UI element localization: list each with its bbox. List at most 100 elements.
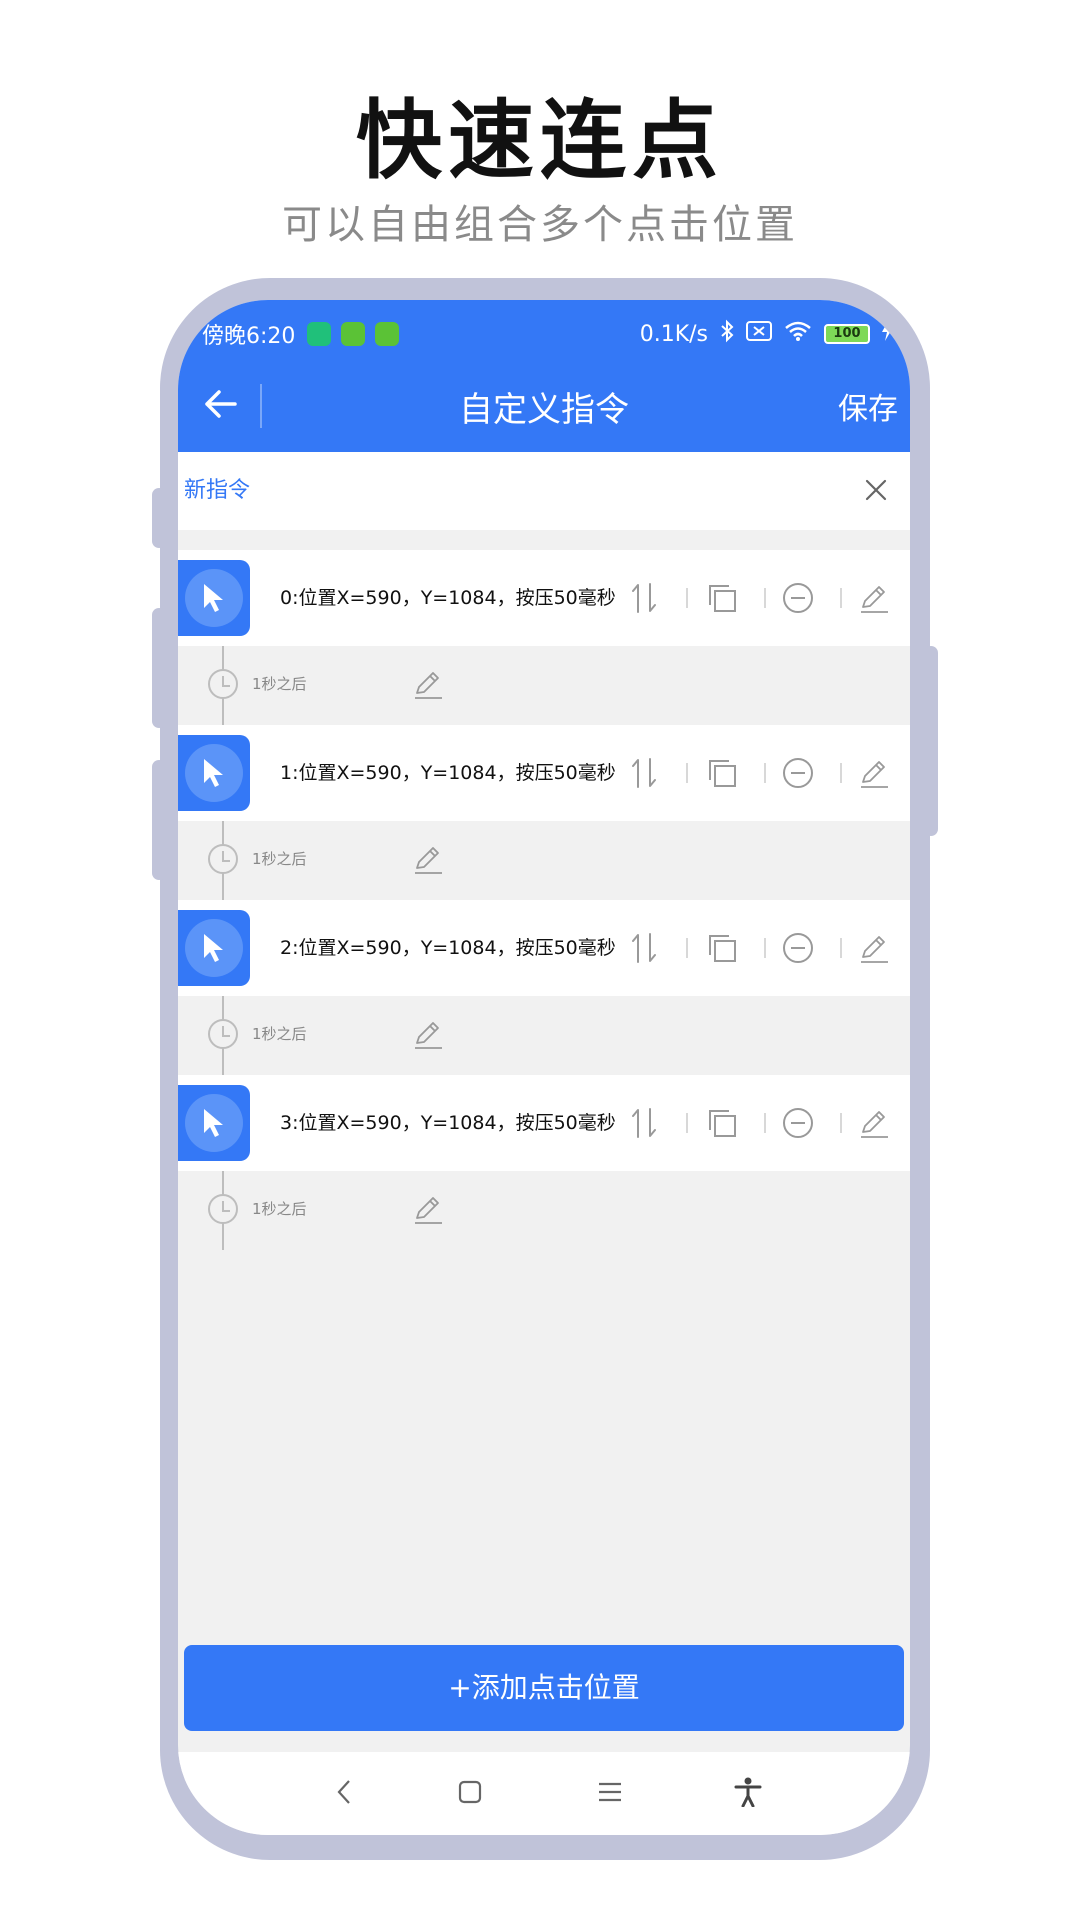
action-separator xyxy=(686,763,688,783)
command-text: 3:位置X=590，Y=1084，按压50毫秒 xyxy=(280,1112,616,1134)
reorder-button[interactable] xyxy=(624,578,664,618)
action-separator xyxy=(686,588,688,608)
clear-name-button[interactable] xyxy=(856,470,896,510)
cursor-icon xyxy=(204,759,223,787)
pencil-icon xyxy=(861,1111,888,1138)
reorder-button[interactable] xyxy=(624,753,664,793)
delay-edit-button[interactable] xyxy=(410,841,446,877)
pencil-icon xyxy=(415,1197,442,1224)
delay-row: 1秒之后 xyxy=(178,996,910,1075)
action-separator xyxy=(840,1113,842,1133)
copy-button[interactable] xyxy=(702,578,742,618)
nav-back-button[interactable] xyxy=(324,1772,364,1812)
app-header: 傍晚6:20 0.1K/s 100 自定义指令 保存 xyxy=(178,300,910,452)
action-separator xyxy=(686,1113,688,1133)
delay-edit-button[interactable] xyxy=(410,1191,446,1227)
reorder-button[interactable] xyxy=(624,1103,664,1143)
cursor-icon-box xyxy=(178,1085,250,1161)
wifi-icon xyxy=(784,320,812,348)
reorder-button[interactable] xyxy=(624,928,664,968)
command-list: 0:位置X=590，Y=1084，按压50毫秒 1秒之后 1:位置X=590，Y… xyxy=(178,550,910,1250)
battery-icon: 100 xyxy=(824,324,870,344)
charging-icon xyxy=(882,321,892,347)
promo-title: 快速连点 xyxy=(356,91,724,191)
command-name-input[interactable]: 新指令 xyxy=(184,472,250,504)
pencil-icon xyxy=(415,1022,442,1049)
edit-button[interactable] xyxy=(854,753,894,793)
remove-button[interactable] xyxy=(778,1103,818,1143)
delay-edit-button[interactable] xyxy=(410,666,446,702)
phone-side-button xyxy=(924,646,938,836)
sort-icon xyxy=(632,583,656,613)
clock-icon xyxy=(208,1019,238,1049)
cursor-icon xyxy=(204,1109,223,1137)
command-row[interactable]: 1:位置X=590，Y=1084，按压50毫秒 xyxy=(178,725,910,821)
delay-text: 1秒之后 xyxy=(252,675,307,693)
copy-icon xyxy=(709,935,736,962)
nav-home-button[interactable] xyxy=(450,1772,490,1812)
delay-text: 1秒之后 xyxy=(252,1025,307,1043)
action-separator xyxy=(764,763,766,783)
minus-circle-icon xyxy=(783,583,813,613)
edit-button[interactable] xyxy=(854,578,894,618)
pencil-icon xyxy=(415,847,442,874)
delay-row: 1秒之后 xyxy=(178,646,910,725)
command-row[interactable]: 3:位置X=590，Y=1084，按压50毫秒 xyxy=(178,1075,910,1171)
delay-row: 1秒之后 xyxy=(178,1171,910,1250)
copy-button[interactable] xyxy=(702,928,742,968)
command-name-row: 新指令 xyxy=(178,452,910,530)
sort-icon xyxy=(632,1108,656,1138)
action-separator xyxy=(686,938,688,958)
copy-button[interactable] xyxy=(702,1103,742,1143)
bluetooth-icon xyxy=(720,319,734,349)
copy-button[interactable] xyxy=(702,753,742,793)
accessibility-icon xyxy=(734,1777,762,1807)
delay-text: 1秒之后 xyxy=(252,1200,307,1218)
save-button[interactable]: 保存 xyxy=(838,384,898,428)
sort-icon xyxy=(632,933,656,963)
robot-app-icon xyxy=(341,322,366,346)
command-text: 1:位置X=590，Y=1084，按压50毫秒 xyxy=(280,762,616,784)
cursor-icon-box xyxy=(178,560,250,636)
status-time: 傍晚6:20 xyxy=(202,324,296,349)
copy-icon xyxy=(709,585,736,612)
delay-text: 1秒之后 xyxy=(252,850,307,868)
square-icon xyxy=(458,1780,482,1804)
chevron-left-icon xyxy=(337,1780,350,1804)
clock-icon xyxy=(208,844,238,874)
action-separator xyxy=(764,1113,766,1133)
pencil-icon xyxy=(861,936,888,963)
phone-side-button xyxy=(152,488,166,548)
phone-side-button xyxy=(152,608,166,728)
page-title: 自定义指令 xyxy=(459,390,629,430)
minus-circle-icon xyxy=(783,758,813,788)
command-row[interactable]: 2:位置X=590，Y=1084，按压50毫秒 xyxy=(178,900,910,996)
edit-button[interactable] xyxy=(854,1103,894,1143)
cursor-icon xyxy=(204,584,223,612)
remove-button[interactable] xyxy=(778,578,818,618)
remove-button[interactable] xyxy=(778,928,818,968)
robot-app-icon xyxy=(375,322,400,346)
cursor-icon-box xyxy=(178,910,250,986)
clock-icon xyxy=(208,1194,238,1224)
action-separator xyxy=(764,938,766,958)
delay-edit-button[interactable] xyxy=(410,1016,446,1052)
pencil-icon xyxy=(861,586,888,613)
system-nav-bar xyxy=(178,1752,910,1835)
nav-bar: 自定义指令 保存 xyxy=(178,360,910,450)
remove-button[interactable] xyxy=(778,753,818,793)
shield-app-icon xyxy=(307,322,332,346)
copy-icon xyxy=(709,1110,736,1137)
accessibility-button[interactable] xyxy=(728,1772,768,1812)
nav-menu-button[interactable] xyxy=(590,1772,630,1812)
phone-screen: 傍晚6:20 0.1K/s 100 自定义指令 保存 新指令 0:位置X=590… xyxy=(178,300,910,1835)
edit-button[interactable] xyxy=(854,928,894,968)
command-row[interactable]: 0:位置X=590，Y=1084，按压50毫秒 xyxy=(178,550,910,646)
add-click-position-button[interactable]: +添加点击位置 xyxy=(184,1645,904,1731)
menu-icon xyxy=(599,1782,621,1802)
phone-side-button xyxy=(152,760,166,880)
sort-icon xyxy=(632,758,656,788)
cursor-icon-box xyxy=(178,735,250,811)
action-separator xyxy=(840,588,842,608)
action-separator xyxy=(840,938,842,958)
